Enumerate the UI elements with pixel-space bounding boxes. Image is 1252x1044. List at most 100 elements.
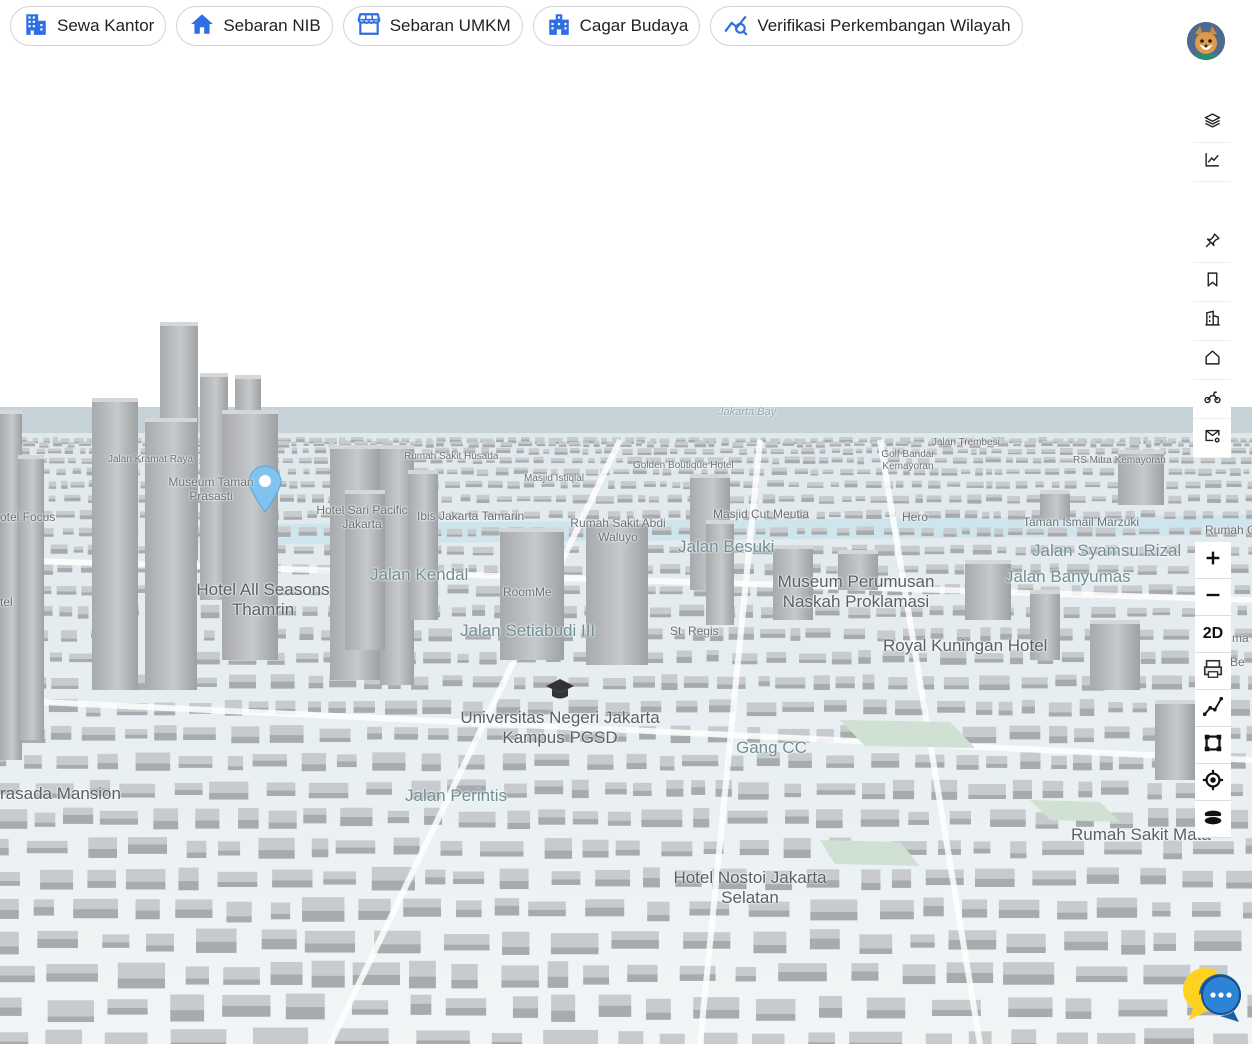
layers-icon bbox=[1204, 112, 1221, 134]
tower-roof bbox=[18, 455, 44, 459]
block bbox=[968, 783, 1006, 800]
block bbox=[836, 528, 850, 536]
block bbox=[790, 449, 799, 454]
tower-roof bbox=[222, 410, 278, 414]
block bbox=[603, 678, 626, 690]
block bbox=[788, 482, 799, 487]
block bbox=[1082, 467, 1093, 475]
block bbox=[282, 458, 294, 463]
zoom-in-button[interactable] bbox=[1195, 542, 1231, 579]
block bbox=[1075, 966, 1128, 983]
block bbox=[456, 900, 482, 918]
block bbox=[1148, 584, 1173, 595]
block bbox=[1118, 999, 1168, 1017]
block bbox=[1207, 494, 1221, 503]
block bbox=[857, 469, 871, 475]
block bbox=[626, 753, 647, 770]
block bbox=[517, 496, 531, 502]
block bbox=[385, 700, 418, 715]
block bbox=[1229, 468, 1241, 476]
map-label: Rumah Sakit Mata bbox=[1071, 825, 1211, 844]
block bbox=[829, 441, 842, 447]
block bbox=[670, 448, 678, 454]
measure-line-button[interactable] bbox=[1195, 690, 1231, 727]
block bbox=[862, 782, 886, 800]
block bbox=[647, 901, 670, 922]
block bbox=[1016, 457, 1028, 463]
measure-area-button[interactable] bbox=[1195, 727, 1231, 764]
pin-button[interactable] bbox=[1193, 224, 1231, 263]
tower bbox=[222, 410, 278, 660]
block bbox=[859, 934, 893, 954]
basemap-icon bbox=[1202, 806, 1224, 833]
block bbox=[915, 494, 923, 503]
block bbox=[767, 480, 785, 487]
tower-roof bbox=[92, 398, 138, 402]
block bbox=[1181, 457, 1194, 464]
block bbox=[661, 841, 693, 857]
block bbox=[994, 469, 1003, 475]
block bbox=[679, 604, 705, 617]
mode-label: 2D bbox=[1202, 625, 1224, 642]
block bbox=[174, 782, 203, 796]
block bbox=[1245, 838, 1252, 854]
block bbox=[1140, 867, 1167, 885]
tab-cagar-budaya[interactable]: Cagar Budaya bbox=[532, 6, 701, 46]
block bbox=[943, 677, 969, 690]
locate-button[interactable] bbox=[1195, 764, 1231, 801]
basemap-button[interactable] bbox=[1195, 801, 1231, 838]
block bbox=[299, 627, 314, 640]
block bbox=[528, 448, 540, 455]
zoom-out-button[interactable] bbox=[1195, 579, 1231, 616]
block bbox=[846, 457, 854, 463]
road-label: Jalan Banyumas bbox=[1005, 567, 1131, 586]
chat-button[interactable] bbox=[1179, 964, 1249, 1024]
block bbox=[1248, 675, 1252, 690]
block bbox=[1012, 779, 1033, 800]
block bbox=[496, 437, 504, 443]
block bbox=[643, 867, 660, 888]
block bbox=[480, 841, 524, 857]
tower-roof bbox=[1155, 700, 1195, 704]
tab-sewa-kantor[interactable]: Sewa Kantor bbox=[10, 6, 167, 46]
block bbox=[81, 458, 94, 464]
poi-label: Rumah Sakit Abdi Waluyo bbox=[570, 516, 666, 544]
block bbox=[296, 653, 319, 663]
tower bbox=[706, 520, 734, 625]
block bbox=[1138, 528, 1160, 535]
block bbox=[926, 495, 942, 503]
house-button[interactable] bbox=[1193, 341, 1231, 380]
block bbox=[1247, 481, 1252, 489]
block bbox=[170, 1029, 227, 1044]
mail-settings-button[interactable] bbox=[1193, 419, 1231, 458]
block bbox=[460, 494, 471, 502]
block bbox=[799, 653, 827, 663]
motorbike-button[interactable] bbox=[1193, 380, 1231, 419]
bookmark-button[interactable] bbox=[1193, 263, 1231, 302]
block bbox=[627, 964, 658, 982]
print-button[interactable] bbox=[1195, 653, 1231, 690]
block bbox=[443, 934, 490, 951]
house-icon bbox=[1204, 349, 1221, 371]
layers-button[interactable] bbox=[1193, 104, 1231, 143]
tab-label: Verifikasi Perkembangan Wilayah bbox=[757, 16, 1011, 35]
block bbox=[1008, 997, 1053, 1018]
avatar[interactable] bbox=[1187, 22, 1225, 60]
block bbox=[56, 756, 89, 769]
tab-sebaran-umkm[interactable]: Sebaran UMKM bbox=[342, 6, 523, 46]
block bbox=[476, 469, 489, 476]
block bbox=[973, 457, 984, 464]
block bbox=[516, 448, 524, 454]
building-button[interactable] bbox=[1193, 302, 1231, 341]
block bbox=[802, 456, 816, 465]
block bbox=[289, 481, 298, 489]
block bbox=[1064, 480, 1077, 489]
block bbox=[1108, 702, 1123, 713]
mode-2d-toggle[interactable]: 2D bbox=[1195, 616, 1231, 653]
tab-verifikasi-perkembangan-wilayah[interactable]: Verifikasi Perkembangan Wilayah bbox=[710, 6, 1023, 46]
poi-label-small: Golden Boutique Hotel bbox=[633, 460, 734, 471]
storefront-icon bbox=[356, 11, 382, 42]
block bbox=[135, 752, 171, 771]
tab-sebaran-nib[interactable]: Sebaran NIB bbox=[176, 6, 333, 46]
chart-button[interactable] bbox=[1193, 143, 1231, 182]
